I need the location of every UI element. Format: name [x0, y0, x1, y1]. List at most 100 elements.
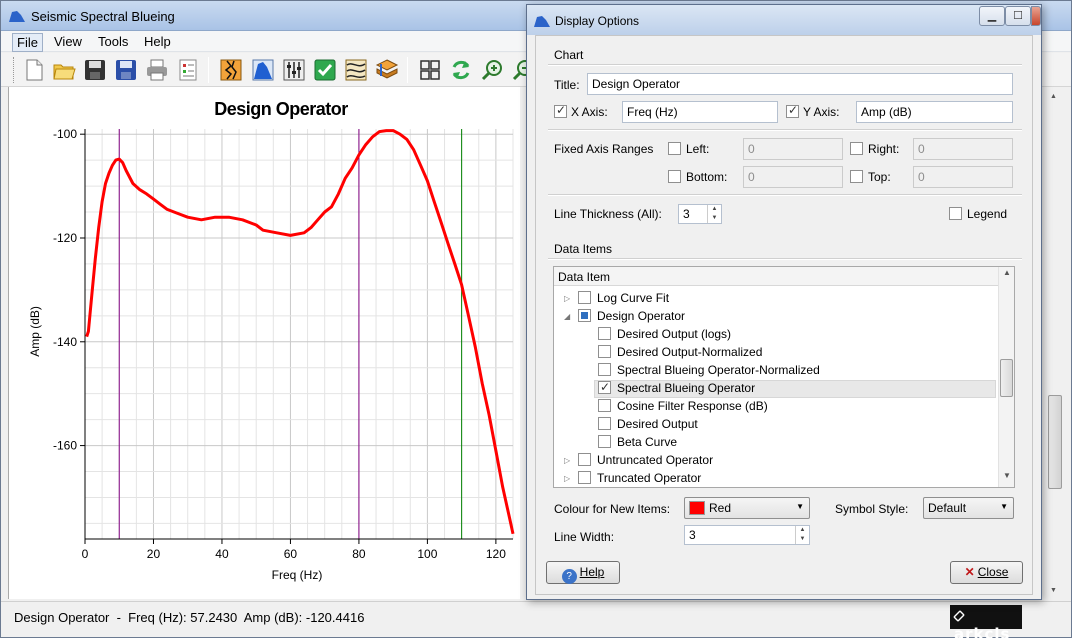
tree-item-checkbox[interactable] [598, 345, 611, 358]
tree-item-label: Beta Curve [617, 435, 678, 449]
print-icon[interactable] [145, 58, 169, 82]
zoom-in-icon[interactable] [480, 58, 504, 82]
save-icon[interactable] [83, 58, 107, 82]
left-range-input[interactable] [743, 138, 843, 160]
scroll-up-arrow-icon[interactable]: ▲ [1050, 93, 1057, 100]
y-tick-label: -160 [53, 439, 77, 453]
menu-help[interactable]: Help [140, 33, 175, 50]
data-items-tree[interactable]: Data Item ▷ Log Curve Fit ◢ Design Operator… [553, 266, 1015, 488]
fixed-axis-ranges-label: Fixed Axis Ranges [554, 142, 654, 156]
save-as-icon[interactable] [114, 58, 138, 82]
chart-group-title: Chart [554, 48, 584, 62]
symbol-style-select[interactable]: Default ▼ [923, 497, 1014, 519]
x-axis-checkbox[interactable] [554, 103, 567, 118]
tree-header[interactable]: Data Item [554, 267, 998, 286]
close-window-button[interactable] [1031, 6, 1041, 26]
tree-item-checkbox[interactable] [598, 417, 611, 430]
tree-item-checkbox[interactable] [598, 399, 611, 412]
tree-item-checkbox[interactable] [598, 435, 611, 448]
right-range-checkbox[interactable] [850, 142, 863, 155]
new-file-icon[interactable] [22, 58, 46, 82]
tree-item[interactable]: ◢ Design Operator [564, 308, 954, 326]
dialog-titlebar[interactable]: Display Options ▁ ☐ [527, 5, 1041, 35]
collapse-arrow-icon[interactable]: ▷ [564, 471, 570, 487]
main-scrollbar[interactable]: ▲ ▼ [1047, 87, 1063, 599]
toolbar-grip[interactable] [13, 57, 16, 83]
chart[interactable]: 0 20 40 60 80 100 120 -100 -120 -140 -160 Design Op… [9, 87, 521, 599]
y-axis-checkbox[interactable] [786, 103, 799, 118]
maximize-button[interactable]: ☐ [1005, 6, 1031, 26]
tree-item-checkbox[interactable] [598, 379, 611, 395]
y-axis-input[interactable] [856, 101, 1013, 123]
tree-item[interactable]: Spectral Blueing Operator-Normalized [598, 362, 954, 380]
tree-item[interactable]: ▷ Log Curve Fit [564, 290, 954, 308]
colour-select[interactable]: Red ▼ [684, 497, 810, 519]
menu-file[interactable]: File [12, 33, 43, 52]
menu-tools[interactable]: Tools [94, 33, 132, 50]
tree-item-checkbox[interactable] [578, 309, 591, 322]
help-button[interactable]: ? Help [546, 561, 620, 584]
refresh-icon[interactable] [449, 58, 473, 82]
expand-arrow-icon[interactable]: ◢ [564, 309, 570, 325]
legend-label: Legend [967, 207, 1008, 221]
tree-scroll-down-icon[interactable]: ▼ [999, 471, 1015, 485]
tree-item-checkbox[interactable] [598, 363, 611, 376]
top-range-checkbox[interactable] [850, 170, 863, 183]
close-button[interactable]: ✕ Close [950, 561, 1023, 584]
tree-item-checkbox[interactable] [578, 453, 591, 466]
spinner-arrows-icon[interactable]: ▲ ▼ [795, 526, 809, 544]
line-width-spinner[interactable]: 3 ▲ ▼ [684, 525, 810, 545]
line-thickness-spinner[interactable]: 3 ▲ ▼ [678, 204, 722, 224]
right-range-input[interactable] [913, 138, 1013, 160]
grid-view-icon[interactable] [418, 58, 442, 82]
checkmark-icon[interactable] [313, 58, 337, 82]
layers-icon[interactable] [375, 58, 399, 82]
top-range-input[interactable] [913, 166, 1013, 188]
spectrum-icon[interactable] [251, 58, 275, 82]
title-input[interactable] [587, 73, 1013, 95]
dialog-body: Chart Title: X Axis: Y Axis: Fixed Axis … [535, 35, 1033, 595]
curves-icon[interactable] [344, 58, 368, 82]
x-axis-input[interactable] [622, 101, 778, 123]
colour-swatch [689, 501, 705, 515]
tree-item[interactable]: Spectral Blueing Operator [594, 379, 996, 398]
seismic-trace-icon[interactable] [219, 58, 243, 82]
spinner-arrows-icon[interactable]: ▲ ▼ [707, 205, 721, 223]
symbol-style-label: Symbol Style: [835, 502, 909, 516]
tree-item-label: Spectral Blueing Operator-Normalized [617, 363, 820, 377]
tree-item-checkbox[interactable] [578, 471, 591, 484]
menu-view[interactable]: View [50, 33, 86, 50]
plot-area[interactable]: 0 20 40 60 80 100 120 -100 -120 -140 -160 Design Op… [8, 87, 520, 599]
sliders-icon[interactable] [282, 58, 306, 82]
main-scrollbar-thumb[interactable] [1048, 395, 1062, 489]
x-axis-label: Freq (Hz) [272, 568, 323, 582]
x-tick-label: 20 [147, 547, 161, 561]
open-folder-icon[interactable] [52, 58, 76, 82]
tree-item-checkbox[interactable] [578, 291, 591, 304]
tree-item[interactable]: Desired Output [598, 416, 954, 434]
tree-item-checkbox[interactable] [598, 327, 611, 340]
properties-icon[interactable] [176, 58, 200, 82]
tree-scroll-up-icon[interactable]: ▲ [999, 268, 1015, 282]
bottom-range-checkbox[interactable] [668, 170, 681, 183]
collapse-arrow-icon[interactable]: ▷ [564, 291, 570, 307]
collapse-arrow-icon[interactable]: ▷ [564, 453, 570, 469]
brand-logo: arkcls [950, 605, 1022, 638]
divider [548, 64, 1022, 66]
tree-scrollbar-thumb[interactable] [1000, 359, 1013, 397]
tree-item[interactable]: Desired Output (logs) [598, 326, 954, 344]
tree-item[interactable]: Cosine Filter Response (dB) [598, 398, 954, 416]
left-range-checkbox[interactable] [668, 142, 681, 155]
tree-scrollbar[interactable]: ▲ ▼ [998, 267, 1014, 487]
tree-item[interactable]: Beta Curve [598, 434, 954, 452]
chevron-down-icon: ▼ [796, 502, 804, 511]
tree-item[interactable]: ▷ Untruncated Operator [564, 452, 954, 470]
tree-item-label: Design Operator [597, 309, 686, 323]
tree-item[interactable]: Desired Output-Normalized [598, 344, 954, 362]
legend-checkbox[interactable] [949, 207, 962, 220]
scroll-down-arrow-icon[interactable]: ▼ [1050, 587, 1057, 594]
app-icon [9, 11, 25, 22]
minimize-button[interactable]: ▁ [979, 6, 1005, 26]
tree-item[interactable]: ▷ Truncated Operator [564, 470, 954, 488]
bottom-range-input[interactable] [743, 166, 843, 188]
